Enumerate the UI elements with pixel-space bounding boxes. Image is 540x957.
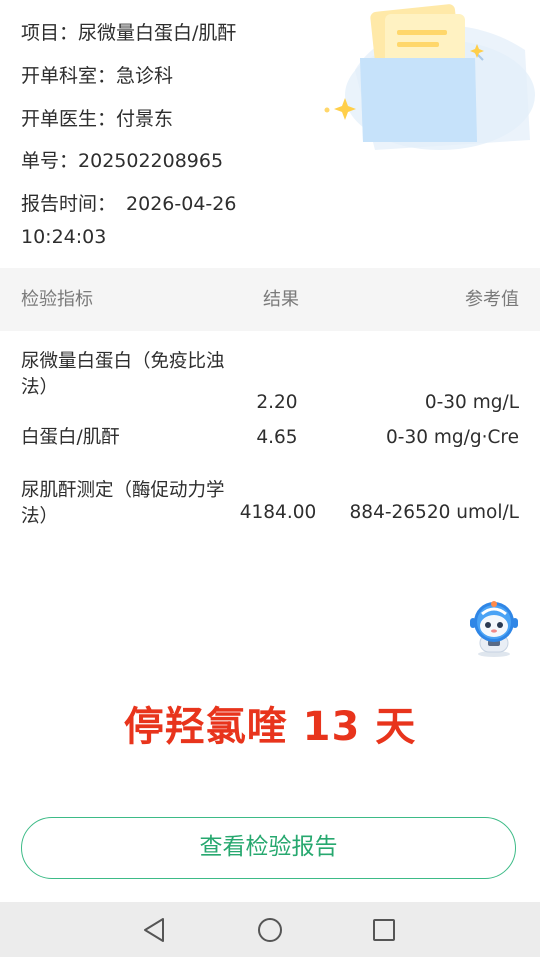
back-triangle-icon[interactable] <box>141 916 169 944</box>
doctor-value: 付景东 <box>116 108 174 130</box>
report-info-section: 项目：尿微量白蛋白/肌酐 开单科室：急诊科 开单医生：付景东 单号：202502… <box>0 0 540 268</box>
indicator-name: 尿微量白蛋白（免疫比浊法） <box>21 351 225 398</box>
dept-value: 急诊科 <box>116 65 174 87</box>
caption-overlay: 停羟氯喹 13 天 <box>123 704 417 750</box>
result-value: 4184.00 <box>239 502 317 523</box>
home-circle-icon[interactable] <box>256 916 284 944</box>
project-row: 项目：尿微量白蛋白/肌酐 <box>21 17 236 49</box>
result-value: 2.20 <box>256 392 298 413</box>
dept-row: 开单科室：急诊科 <box>21 60 173 92</box>
reference-range: 0-30 mg/L <box>424 392 519 413</box>
report-time-row: 报告时间： 2026-04-26 10:24:03 <box>21 188 281 254</box>
reference-range: 884-26520 umol/L <box>349 502 519 523</box>
header-indicator: 检验指标 <box>21 289 93 310</box>
project-value: 尿微量白蛋白/肌酐 <box>78 22 237 44</box>
document-folder-illustration <box>315 0 540 160</box>
recent-square-icon[interactable] <box>370 916 398 944</box>
order-value: 202502208965 <box>78 150 224 172</box>
doctor-label: 开单医生： <box>21 108 117 130</box>
system-navigation-bar <box>0 902 540 957</box>
results-table-header: 检验指标 结果 参考值 <box>0 268 540 331</box>
reference-range: 0-30 mg/g·Cre <box>386 427 519 448</box>
robot-assistant-icon[interactable] <box>468 600 520 658</box>
view-report-button[interactable]: 查看检验报告 <box>21 817 516 879</box>
indicator-name: 白蛋白/肌酐 <box>21 427 120 448</box>
report-time-label: 报告时间： <box>21 193 117 215</box>
result-value: 4.65 <box>256 427 298 448</box>
dept-label: 开单科室： <box>21 65 117 87</box>
order-row: 单号：202502208965 <box>21 145 223 177</box>
doctor-row: 开单医生：付景东 <box>21 103 173 135</box>
header-result: 结果 <box>263 289 299 310</box>
project-label: 项目： <box>21 22 79 44</box>
indicator-name: 尿肌酐测定（酶促动力学法） <box>21 480 225 527</box>
order-label: 单号： <box>21 150 79 172</box>
header-reference: 参考值 <box>465 289 519 310</box>
